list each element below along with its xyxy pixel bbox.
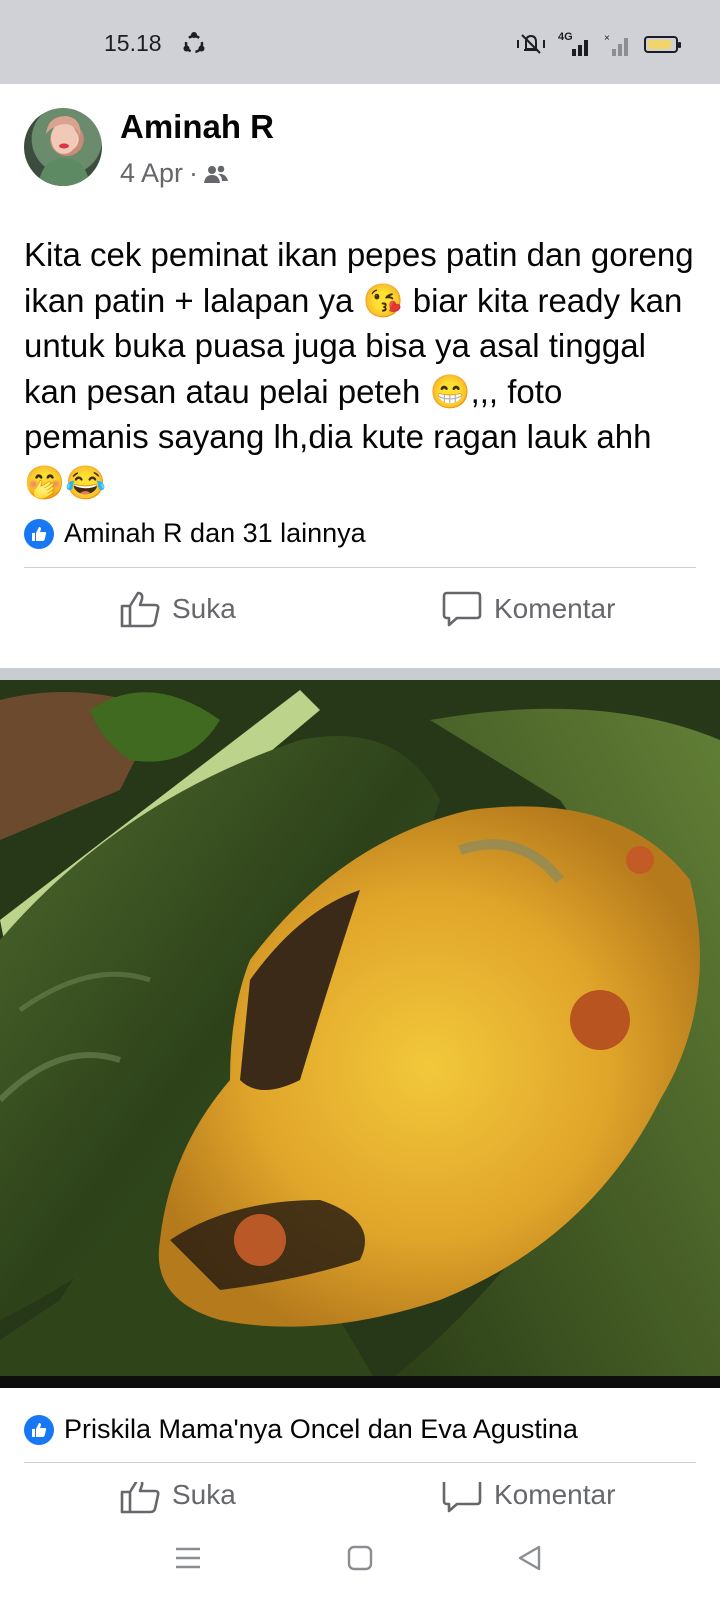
like-label: Suka xyxy=(172,1482,236,1510)
back-button[interactable] xyxy=(510,1538,550,1578)
like-reaction-icon xyxy=(24,1414,54,1445)
home-square-icon xyxy=(347,1545,373,1571)
system-nav-bar xyxy=(0,1516,720,1600)
photo-reactions-summary[interactable]: Priskila Mama'nya Oncel dan Eva Agustina xyxy=(24,1414,578,1445)
divider xyxy=(24,1462,696,1463)
photo-actions: Suka Komentar xyxy=(0,1482,720,1516)
svg-text:×: × xyxy=(604,33,610,44)
battery-level xyxy=(648,39,671,49)
photo-like-button[interactable]: Suka xyxy=(120,1482,236,1514)
status-bar: 15.18 4G × xyxy=(0,0,720,84)
reactions-summary[interactable]: Aminah R dan 31 lainnya xyxy=(24,518,366,549)
back-triangle-icon xyxy=(518,1545,541,1571)
like-button[interactable]: Suka xyxy=(120,590,236,628)
status-time: 15.18 xyxy=(104,30,162,56)
like-reaction-icon xyxy=(24,518,54,549)
post-meta: 4 Apr · xyxy=(120,158,229,189)
post-date[interactable]: 4 Apr xyxy=(120,158,183,189)
thumbs-up-icon xyxy=(120,591,160,628)
signal-4g-icon: 4G xyxy=(558,31,592,57)
post-author-name[interactable]: Aminah R xyxy=(120,108,274,146)
feed-separator xyxy=(0,668,720,680)
avatar[interactable] xyxy=(24,108,102,186)
battery-icon xyxy=(644,35,681,53)
like-label: Suka xyxy=(172,593,236,624)
menu-icon xyxy=(176,1547,200,1569)
comment-icon xyxy=(442,591,482,627)
photo-comment-button[interactable]: Komentar xyxy=(442,1482,615,1514)
comment-button[interactable]: Komentar xyxy=(442,590,615,628)
comment-label: Komentar xyxy=(494,593,616,624)
post-text: Kita cek peminat ikan pepes patin dan go… xyxy=(24,236,694,501)
signal-no-service-icon: × xyxy=(604,33,628,56)
photo-bottom-edge xyxy=(0,1376,720,1388)
comment-label: Komentar xyxy=(494,1482,616,1510)
friends-icon xyxy=(204,165,229,183)
recents-button[interactable] xyxy=(168,1538,208,1578)
thumbs-up-icon xyxy=(120,1482,160,1514)
home-button[interactable] xyxy=(340,1538,380,1578)
reactions-text: Aminah R dan 31 lainnya xyxy=(64,518,366,548)
divider xyxy=(24,567,696,568)
post-photo[interactable] xyxy=(0,680,720,1388)
photo-reactions-text: Priskila Mama'nya Oncel dan Eva Agustina xyxy=(64,1414,578,1444)
sync-icon xyxy=(183,32,205,54)
comment-icon xyxy=(442,1482,482,1513)
vibrate-mute-icon xyxy=(517,34,545,54)
meta-separator: · xyxy=(189,158,199,188)
status-icons: 4G × xyxy=(516,30,681,58)
